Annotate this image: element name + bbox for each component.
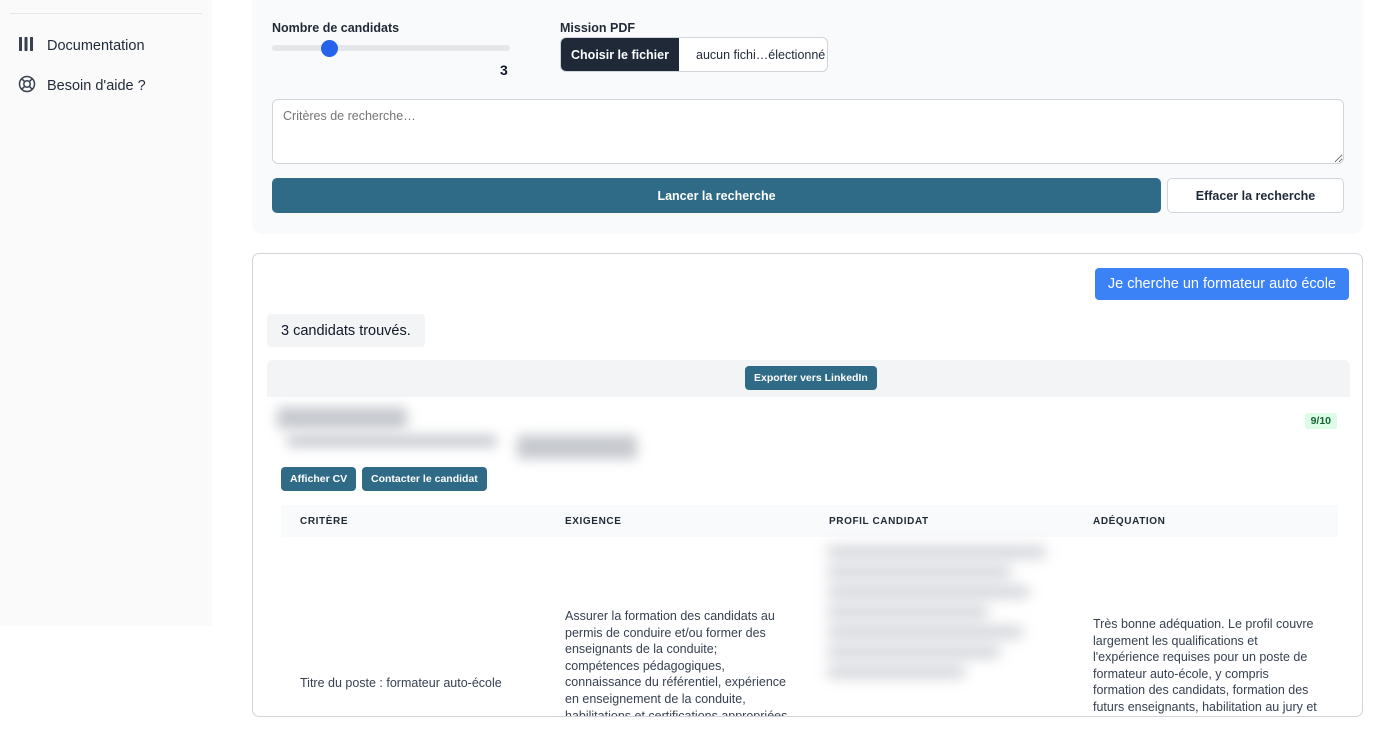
candidates-slider-track[interactable]	[272, 45, 510, 51]
pdf-file-input[interactable]: Choisir le fichier aucun fichi…électionn…	[560, 37, 828, 72]
column-header-criterion: CRITÈRE	[300, 516, 349, 527]
sidebar-item-documentation[interactable]: Documentation	[18, 35, 145, 57]
candidates-count-label: Nombre de candidats	[272, 21, 400, 35]
lifebuoy-icon	[18, 75, 36, 97]
export-linkedin-button[interactable]: Exporter vers LinkedIn	[745, 366, 877, 390]
table-cell-adequacy: Très bonne adéquation. Le profil couvre …	[1093, 617, 1317, 714]
candidate-name-redacted	[277, 407, 407, 429]
candidate-meta-redacted	[517, 435, 637, 459]
candidate-info-redacted	[287, 435, 497, 447]
candidates-slider-thumb[interactable]	[321, 40, 338, 57]
column-header-profile: PROFIL CANDIDAT	[829, 516, 929, 527]
sidebar-divider	[10, 13, 202, 14]
table-cell-criterion: Titre du poste : formateur auto-école	[300, 676, 502, 690]
sidebar-item-label: Documentation	[47, 38, 145, 54]
table-cell-profile-redacted	[827, 547, 1057, 716]
sidebar: Documentation Besoin d'aide ?	[0, 0, 212, 626]
mission-pdf-label: Mission PDF	[560, 21, 636, 35]
contact-candidate-button[interactable]: Contacter le candidat	[362, 467, 487, 491]
table-header: CRITÈRE EXIGENCE PROFIL CANDIDAT ADÉQUAT…	[281, 505, 1338, 537]
clear-search-button[interactable]: Effacer la recherche	[1167, 178, 1344, 213]
candidates-slider-value: 3	[500, 62, 508, 78]
file-status: aucun fichi…électionné	[696, 47, 826, 62]
sidebar-item-label: Besoin d'aide ?	[47, 78, 146, 94]
library-icon	[18, 35, 36, 57]
criteria-input[interactable]	[272, 99, 1344, 164]
query-bubble: Je cherche un formateur auto école	[1094, 268, 1349, 300]
results-panel: Je cherche un formateur auto école 3 can…	[252, 253, 1363, 717]
results-count: 3 candidats trouvés.	[267, 314, 425, 347]
choose-file-button[interactable]: Choisir le fichier	[561, 38, 679, 71]
view-cv-button[interactable]: Afficher CV	[281, 467, 357, 491]
column-header-adequacy: ADÉQUATION	[1093, 516, 1166, 527]
column-header-requirement: EXIGENCE	[565, 516, 622, 527]
score-badge: 9/10	[1304, 413, 1337, 429]
table-cell-requirement: Assurer la formation des candidats au pe…	[565, 609, 788, 717]
export-bar: Exporter vers LinkedIn	[267, 360, 1350, 397]
sidebar-item-help[interactable]: Besoin d'aide ?	[18, 75, 146, 97]
launch-search-button[interactable]: Lancer la recherche	[272, 178, 1161, 213]
candidate-card: 9/10 Afficher CV Contacter le candidat C…	[267, 397, 1350, 717]
